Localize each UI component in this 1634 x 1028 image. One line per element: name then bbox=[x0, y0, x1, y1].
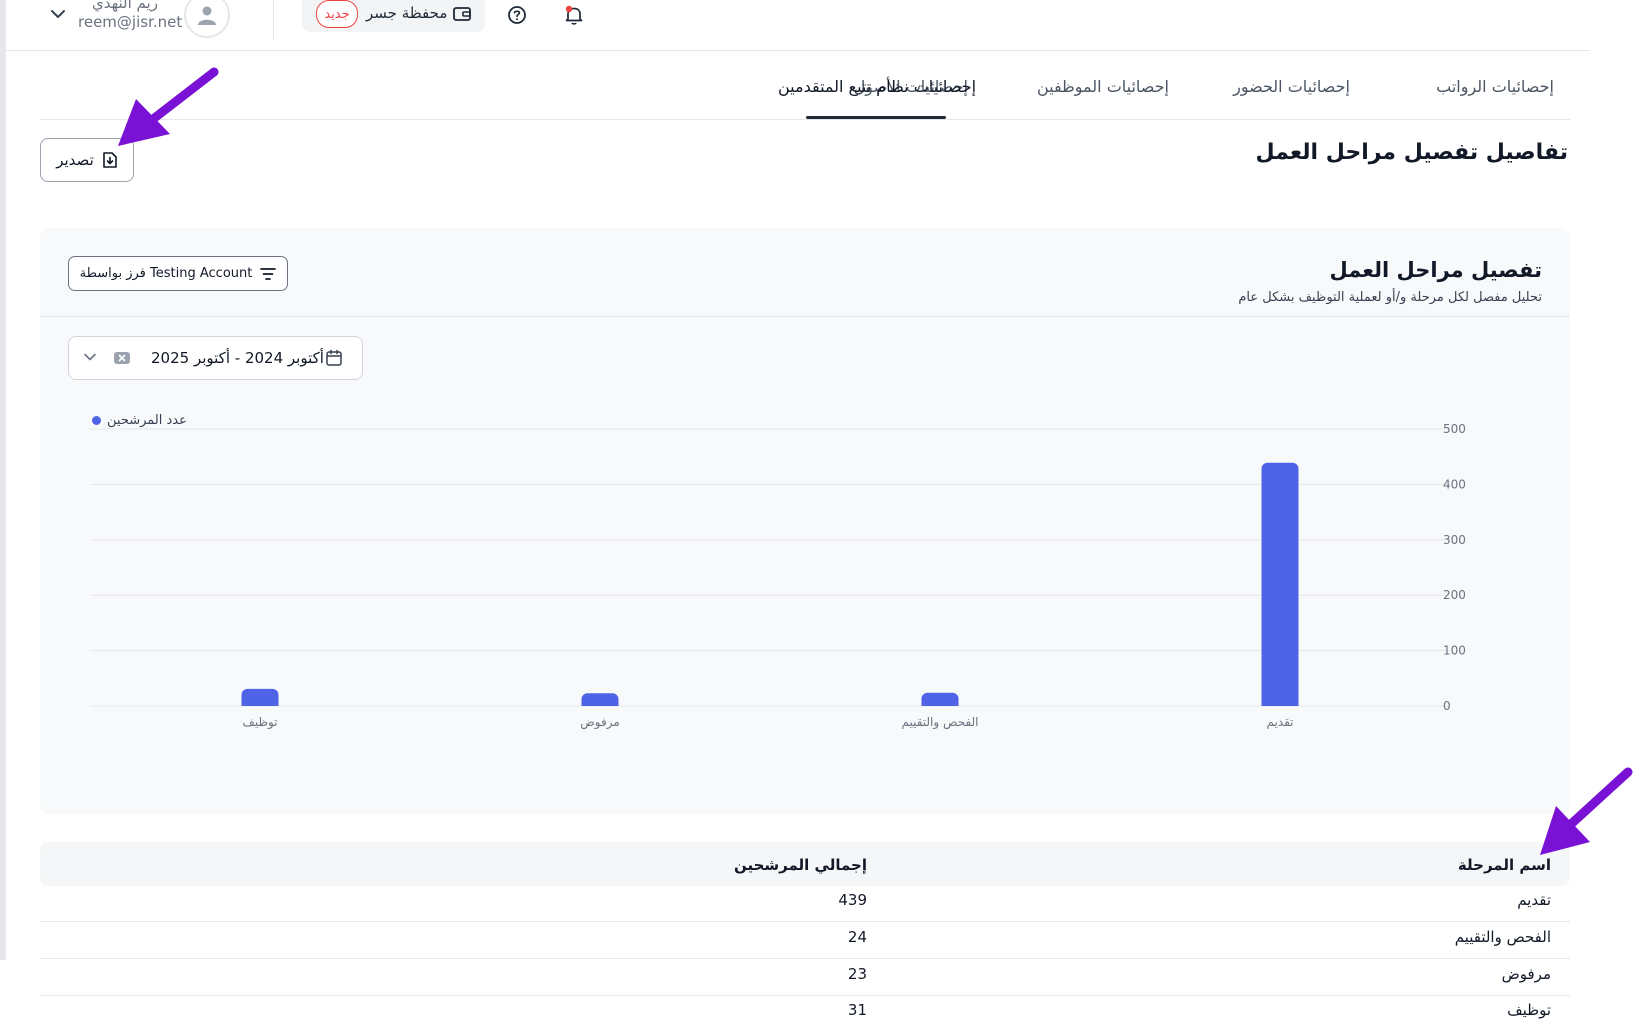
calendar-icon bbox=[326, 349, 342, 366]
export-label: تصدير bbox=[56, 151, 94, 169]
clear-icon bbox=[114, 352, 130, 364]
chart-bar-base bbox=[921, 700, 959, 706]
x-tick-label: توظيف bbox=[242, 715, 277, 730]
sort-filter-label: فرز بواسطة Testing Account bbox=[79, 266, 253, 281]
x-tick-label: تقديم bbox=[1266, 715, 1293, 729]
card-divider bbox=[40, 316, 1570, 317]
help-icon[interactable] bbox=[507, 5, 527, 29]
y-tick-label: 400 bbox=[1443, 477, 1466, 491]
table-cell-total: 23 bbox=[847, 965, 867, 983]
table-cell-stage: الفحص والتقييم bbox=[1454, 928, 1551, 946]
chart-bar bbox=[1261, 462, 1299, 706]
pipeline-bar-chart: 0 100 200 300 400 500 تقديم الفحص والتقييم مرفوض… bbox=[90, 422, 1466, 730]
x-tick-label: مرفوض bbox=[580, 715, 620, 730]
table-cell-stage: تقديم bbox=[1517, 891, 1551, 909]
table-cell-total: 439 bbox=[838, 891, 867, 909]
row-divider bbox=[40, 921, 1570, 922]
annotation-arrow-icon bbox=[118, 67, 219, 146]
chart-bar-base bbox=[241, 700, 279, 706]
chevron-down-icon bbox=[84, 353, 96, 361]
y-tick-label: 200 bbox=[1443, 588, 1466, 602]
date-range-picker[interactable]: أكتوبر 2024 - أكتوبر 2025 bbox=[68, 336, 363, 380]
row-divider bbox=[40, 995, 1570, 996]
user-email: reem@jisr.net bbox=[78, 13, 183, 31]
file-download-icon bbox=[102, 152, 117, 168]
y-tick-label: 300 bbox=[1443, 533, 1466, 547]
tabs-divider bbox=[40, 119, 1570, 120]
wallet-label: محفظة جسر bbox=[366, 4, 448, 22]
table-cell-total: 31 bbox=[847, 1001, 867, 1019]
chart-bar-base bbox=[581, 700, 619, 706]
table-cell-stage: مرفوض bbox=[1501, 965, 1551, 983]
card-title: تفصيل مراحل العمل bbox=[1329, 258, 1542, 282]
page-title: تفاصيل تفصيل مراحل العمل bbox=[1255, 140, 1568, 165]
card-subtitle: تحليل مفصل لكل مرحلة و/أو لعملية التوظيف… bbox=[1238, 290, 1542, 305]
chart-bar-base bbox=[1261, 700, 1299, 706]
row-divider bbox=[40, 958, 1570, 959]
header-divider bbox=[273, 0, 274, 40]
table-cell-stage: توظيف bbox=[1507, 1001, 1551, 1019]
table-cell-total: 24 bbox=[847, 928, 867, 946]
tab-employee-stats[interactable]: إحصائيات الموظفين bbox=[1037, 77, 1169, 96]
top-header bbox=[6, 0, 1590, 51]
x-tick-label: الفحص والتقييم bbox=[901, 715, 978, 730]
filter-icon bbox=[260, 267, 277, 280]
column-header-total: إجمالي المرشحين bbox=[733, 856, 867, 874]
tab-attendance-stats[interactable]: إحصائيات الحضور bbox=[1233, 77, 1350, 96]
bell-icon[interactable] bbox=[563, 4, 585, 30]
user-icon bbox=[198, 6, 216, 25]
y-tick-label: 500 bbox=[1443, 422, 1466, 436]
sort-filter-button[interactable]: فرز بواسطة Testing Account bbox=[68, 256, 288, 291]
new-badge: جديد bbox=[316, 0, 358, 28]
wallet-icon bbox=[452, 5, 472, 27]
chevron-down-icon[interactable] bbox=[48, 4, 68, 24]
date-range-text: أكتوبر 2024 - أكتوبر 2025 bbox=[151, 349, 324, 367]
export-button[interactable]: تصدير bbox=[40, 138, 134, 182]
column-header-stage: اسم المرحلة bbox=[1457, 856, 1551, 874]
y-tick-label: 100 bbox=[1443, 644, 1466, 658]
tab-ats-stats[interactable]: إحصائيات نظام تتبع المتقدمين bbox=[778, 77, 976, 96]
user-name: ريم النهدي bbox=[92, 0, 158, 12]
y-tick-label: 0 bbox=[1443, 699, 1451, 713]
left-edge-bar bbox=[0, 0, 6, 960]
tab-payroll-stats[interactable]: إحصائيات الرواتب bbox=[1436, 77, 1554, 96]
